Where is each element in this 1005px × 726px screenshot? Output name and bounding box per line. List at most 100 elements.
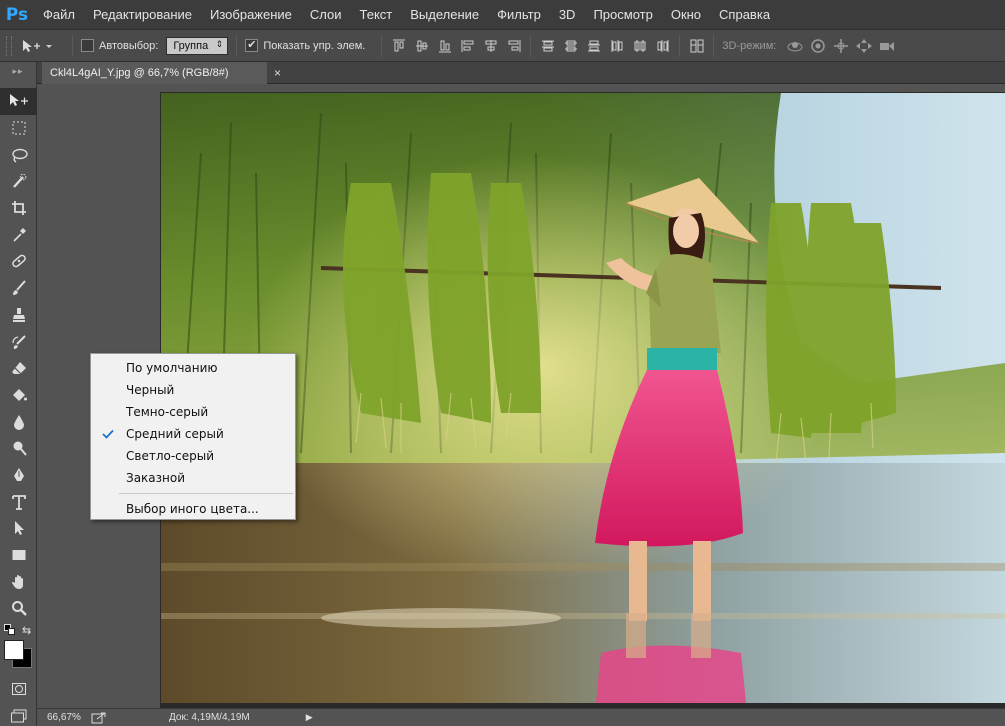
menu-item-label: Черный: [126, 383, 175, 397]
marquee-tool-icon[interactable]: [0, 115, 37, 142]
status-bar: 66,67% Док: 4,19M/4,19M ▶: [37, 708, 1005, 726]
dodge-tool-icon[interactable]: [0, 435, 37, 462]
align-left-icon[interactable]: [459, 37, 476, 54]
scale-3d-icon[interactable]: [878, 37, 895, 54]
document-info: Док: 4,19M/4,19M: [169, 712, 250, 723]
lasso-tool-icon[interactable]: [0, 141, 37, 168]
drag-3d-icon[interactable]: [832, 37, 849, 54]
pen-tool-icon[interactable]: [0, 462, 37, 489]
paint-bucket-tool-icon[interactable]: [0, 382, 37, 409]
separator: [679, 34, 681, 57]
options-bar: Автовыбор: Группа ⇕ ✔ Показать упр. элем…: [0, 29, 1005, 62]
tools-panel-header[interactable]: ▸▸: [0, 62, 36, 88]
rectangle-tool-icon[interactable]: [0, 542, 37, 569]
clone-stamp-tool-icon[interactable]: [0, 302, 37, 329]
photoshop-logo: Ps: [5, 4, 29, 25]
menu-item-default[interactable]: По умолчанию: [91, 357, 295, 379]
menu-window[interactable]: Окно: [662, 0, 710, 29]
menu-type[interactable]: Текст: [351, 0, 402, 29]
autoselect-label: Автовыбор:: [99, 39, 159, 52]
distribute-left-icon[interactable]: [608, 37, 625, 54]
status-menu-arrow-icon[interactable]: ▶: [306, 712, 313, 723]
document-tab[interactable]: Ckl4L4gAI_Y.jpg @ 66,7% (RGB/8#) ×: [42, 62, 281, 84]
eyedropper-tool-icon[interactable]: [0, 221, 37, 248]
swap-colors-icon[interactable]: ⇆: [22, 624, 31, 637]
menu-item-label: Темно-серый: [126, 405, 209, 419]
align-horizontal-center-icon[interactable]: [482, 37, 499, 54]
show-transform-label: Показать упр. элем.: [263, 39, 366, 52]
foreground-color-swatch[interactable]: [4, 639, 24, 660]
distribute-buttons: [539, 37, 671, 54]
menu-item-dark-gray[interactable]: Темно-серый: [91, 401, 295, 423]
separator: [72, 34, 73, 57]
zoom-tool-icon[interactable]: [0, 595, 37, 622]
menu-view[interactable]: Просмотр: [584, 0, 661, 29]
menu-file[interactable]: Файл: [34, 0, 84, 29]
type-tool-icon[interactable]: [0, 488, 37, 515]
menu-item-label: По умолчанию: [126, 361, 218, 375]
crop-tool-icon[interactable]: [0, 195, 37, 222]
menu-bar: Ps Файл Редактирование Изображение Слои …: [0, 0, 1005, 29]
align-vertical-center-icon[interactable]: [413, 37, 430, 54]
menu-item-select-custom-color[interactable]: Выбор иного цвета...: [91, 498, 295, 520]
healing-brush-tool-icon[interactable]: [0, 248, 37, 275]
auto-align-layers-icon[interactable]: [688, 37, 705, 54]
show-transform-checkbox[interactable]: ✔: [245, 39, 259, 52]
menu-separator: [119, 493, 293, 494]
distribute-bottom-icon[interactable]: [585, 37, 602, 54]
rotate-3d-icon[interactable]: [786, 37, 803, 54]
autoselect-target-value: Группа: [173, 39, 209, 52]
options-bar-grip[interactable]: [6, 35, 12, 56]
close-tab-icon[interactable]: ×: [274, 66, 281, 80]
menu-item-medium-gray[interactable]: Средний серый: [91, 423, 295, 445]
history-brush-tool-icon[interactable]: [0, 328, 37, 355]
menu-filter[interactable]: Фильтр: [488, 0, 550, 29]
export-icon[interactable]: [91, 712, 107, 724]
menu-item-label: Светло-серый: [126, 449, 215, 463]
menu-item-label: Средний серый: [126, 427, 224, 441]
menu-layers[interactable]: Слои: [301, 0, 351, 29]
quick-selection-tool-icon[interactable]: [0, 168, 37, 195]
color-swatches: ⇆: [0, 622, 37, 676]
align-right-icon[interactable]: [505, 37, 522, 54]
checkmark-icon: [100, 423, 116, 445]
menu-help[interactable]: Справка: [710, 0, 779, 29]
eraser-tool-icon[interactable]: [0, 355, 37, 382]
tools-panel: ▸▸ ⇆: [0, 62, 37, 726]
align-top-icon[interactable]: [390, 37, 407, 54]
distribute-top-icon[interactable]: [539, 37, 556, 54]
menu-edit[interactable]: Редактирование: [84, 0, 201, 29]
blur-tool-icon[interactable]: [0, 408, 37, 435]
document-tabs: Ckl4L4gAI_Y.jpg @ 66,7% (RGB/8#) ×: [37, 62, 1005, 84]
align-bottom-icon[interactable]: [436, 37, 453, 54]
move-tool-icon[interactable]: [0, 88, 37, 115]
menu-item-black[interactable]: Черный: [91, 379, 295, 401]
select-arrows-icon: ⇕: [215, 38, 224, 49]
separator: [713, 34, 715, 57]
menu-item-label: Выбор иного цвета...: [126, 502, 259, 516]
menu-item-label: Заказной: [126, 471, 186, 485]
menu-image[interactable]: Изображение: [201, 0, 301, 29]
quick-mask-icon[interactable]: [0, 676, 37, 703]
menu-item-custom[interactable]: Заказной: [91, 467, 295, 489]
distribute-horizontal-center-icon[interactable]: [631, 37, 648, 54]
path-selection-tool-icon[interactable]: [0, 515, 37, 542]
hand-tool-icon[interactable]: [0, 568, 37, 595]
brush-tool-icon[interactable]: [0, 275, 37, 302]
tool-preset-picker[interactable]: [20, 38, 64, 54]
zoom-level[interactable]: 66,67%: [37, 712, 85, 723]
screen-mode-icon[interactable]: [0, 702, 37, 726]
roll-3d-icon[interactable]: [809, 37, 826, 54]
menu-item-light-gray[interactable]: Светло-серый: [91, 445, 295, 467]
distribute-right-icon[interactable]: [654, 37, 671, 54]
default-colors-icon[interactable]: [4, 623, 15, 635]
mode-3d-label: 3D-режим:: [722, 39, 777, 52]
slide-3d-icon[interactable]: [855, 37, 873, 54]
autoselect-target-select[interactable]: Группа ⇕: [166, 36, 229, 55]
mode-3d-buttons: [786, 37, 895, 54]
autoselect-checkbox[interactable]: [81, 39, 94, 52]
distribute-vertical-center-icon[interactable]: [562, 37, 579, 54]
align-buttons: [390, 37, 522, 54]
menu-select[interactable]: Выделение: [401, 0, 488, 29]
menu-3d[interactable]: 3D: [550, 0, 585, 29]
